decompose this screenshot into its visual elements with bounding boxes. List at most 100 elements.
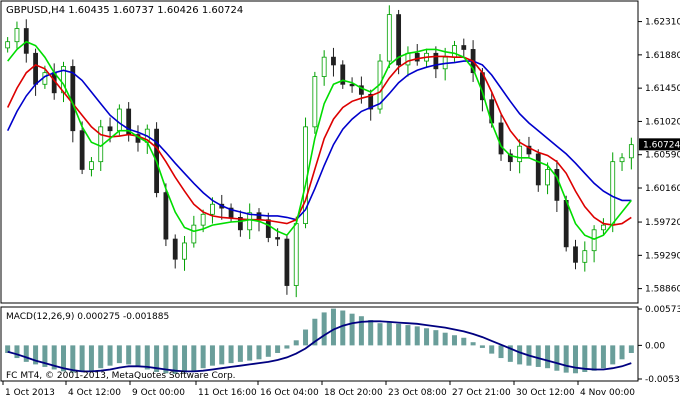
macd-bar [107,345,113,366]
candle-body [331,56,336,66]
macd-bar [284,345,290,349]
time-axis-label: 30 Oct 12:00 [516,388,575,398]
candle-body [610,161,616,226]
macd-bar [386,322,392,346]
macd-bar [424,328,430,346]
macd-bar [591,345,597,371]
current-price-label: 1.60724 [643,140,680,150]
candle-body [554,169,560,201]
candle-body [191,224,197,244]
macd-bar [98,345,104,369]
candle-body [89,161,94,170]
macd-axis-label: -0.005304 [645,375,680,385]
macd-bar [396,323,402,346]
candle-body [517,145,523,163]
candle-body [172,238,178,260]
macd-bar [433,330,439,346]
candle-body [349,83,355,87]
macd-bar [451,335,457,346]
macd-bar [498,345,504,359]
time-axis-label: 11 Oct 16:00 [198,388,257,398]
candle-body [405,52,411,66]
macd-bar [489,345,495,354]
macd-bar [116,345,122,364]
time-axis-label: 9 Oct 00:00 [132,388,185,398]
time-axis: 1 Oct 2013 4 Oct 12:00 9 Oct 00:00 11 Oct 1… [2,381,635,398]
candle-body [247,212,253,231]
price-axis-label: 1.61880 [645,51,680,61]
macd-bar [144,345,150,370]
macd-bar [293,340,299,346]
macd-bar [265,345,271,357]
price-axis-label: 1.59720 [645,218,680,228]
price-axis-label: 1.60160 [645,184,680,194]
macd-bar [442,332,448,346]
price-axis-label: 1.61020 [645,117,680,127]
macd-bar [572,345,578,374]
macd-bar [628,345,634,353]
macd-bar [256,345,262,360]
candle-body [312,76,318,128]
macd-bar [70,345,76,373]
macd-bar [228,345,234,364]
time-axis-label: 16 Oct 04:00 [260,388,319,398]
macd-bar [414,326,420,346]
macd-bar [600,345,606,369]
macd-bar [517,345,523,365]
candle-body [535,153,541,186]
candle-body [210,203,215,215]
candle-body [414,52,420,62]
macd-axis-label: 0.005739 [645,305,680,315]
macd-bar [88,345,94,371]
macd-bar [340,310,346,346]
macd-bar [209,345,215,366]
macd-bar [330,308,336,346]
macd-bar [191,345,197,371]
mt4-chart-window[interactable]: 1.62310 1.61880 1.61450 1.61020 1.60590 1.601… [0,0,680,400]
macd-bar [358,316,364,346]
candle-body [163,192,169,240]
candle-body [563,199,569,248]
macd-bar [405,325,411,346]
macd-bar [554,345,560,371]
macd-bar [247,345,253,361]
macd-bar [14,345,20,359]
price-axis-label: 1.61450 [645,84,680,94]
macd-bar [535,345,541,367]
macd-bar [321,312,327,346]
candle-body [591,229,597,252]
price-axis-label: 1.59290 [645,251,680,261]
macd-bar [135,345,141,367]
candle-body [107,126,113,132]
price-axis-label: 1.62310 [645,18,680,28]
candle-body [284,238,290,286]
macd-axis: 0.005739 0.00 -0.005304 [638,305,680,385]
time-axis-label: 23 Oct 08:00 [388,388,447,398]
current-price-tag: 1.60724 [639,138,680,151]
candle-body [256,212,262,221]
candle-body [275,237,281,240]
price-axis-label: 1.58860 [645,285,680,295]
candle-body [582,250,588,263]
macd-bar [275,345,281,353]
candle-body [545,169,550,186]
time-axis-label: 4 Oct 12:00 [68,388,121,398]
candle-body [265,219,271,238]
macd-bar [479,345,485,348]
candle-body [619,157,625,163]
macd-bar [470,342,476,346]
time-axis-label: 18 Oct 20:00 [324,388,383,398]
macd-bar [563,345,569,373]
macd-bar [610,345,616,365]
time-axis-label: 1 Oct 2013 [5,388,55,398]
price-axis-label: 1.60590 [645,151,680,161]
macd-bar [219,345,225,365]
candle-body [601,224,606,231]
candle-body [5,41,11,49]
price-axis: 1.62310 1.61880 1.61450 1.61020 1.60590 1.601… [638,18,680,295]
macd-bar [349,313,355,346]
candle-body [200,213,206,226]
macd-header: MACD(12,26,9) 0.000275 -0.001885 [6,312,169,322]
candle-body [70,66,76,132]
candle-body [461,45,467,50]
